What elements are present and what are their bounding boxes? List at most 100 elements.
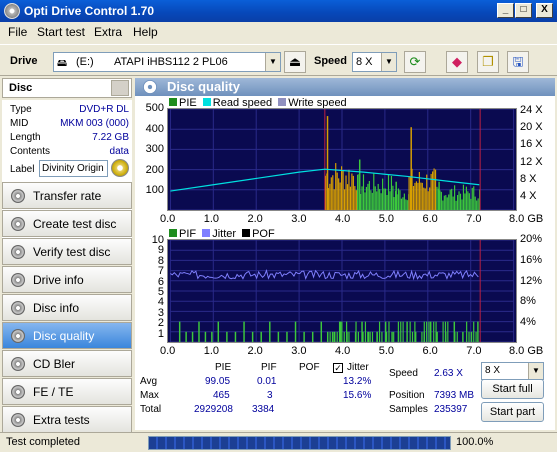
chart2-xtick: 6.0 bbox=[422, 345, 438, 357]
pie-bar bbox=[426, 174, 428, 210]
pie-bar bbox=[377, 183, 379, 210]
chart1-ytick: 500 bbox=[145, 102, 164, 114]
test-speed-value: 8 X bbox=[485, 365, 501, 376]
pif-bar bbox=[442, 321, 444, 342]
speed-select[interactable]: 8 X ▼ bbox=[352, 52, 397, 72]
pie-bar bbox=[393, 197, 395, 210]
chevron-down-icon[interactable]: ▼ bbox=[381, 53, 396, 71]
pie-bar bbox=[471, 187, 473, 210]
start-part-button[interactable]: Start part bbox=[481, 402, 544, 422]
disc-mid-value: MKM 003 (000) bbox=[60, 118, 129, 129]
pif-bar bbox=[378, 321, 381, 342]
nav-verify-test-disc[interactable]: Verify test disc bbox=[2, 238, 132, 265]
chart2-xtick: 1.0 bbox=[203, 345, 220, 357]
chart1-xtick: 6.0 bbox=[422, 213, 438, 225]
stat-max-pie: 465 bbox=[213, 390, 230, 401]
chart2-xtick: 8.0 GB bbox=[509, 345, 544, 357]
nav-label: Disc info bbox=[33, 301, 80, 315]
menu-help[interactable]: Help bbox=[133, 25, 158, 39]
label-disc-icon[interactable] bbox=[111, 159, 129, 177]
disc-panel-toggle[interactable] bbox=[111, 80, 129, 96]
title-bar: Opti Drive Control 1.70 _ □ X bbox=[0, 0, 557, 22]
chart1-ytick-right: 20 X bbox=[520, 121, 543, 134]
pie-bar bbox=[386, 194, 388, 210]
pif-bar bbox=[362, 331, 364, 342]
disc-icon bbox=[11, 385, 25, 399]
pif-bar bbox=[367, 331, 369, 342]
minimize-button[interactable]: _ bbox=[497, 3, 514, 18]
pie-bar bbox=[406, 200, 408, 210]
pie-bar bbox=[477, 198, 479, 210]
chart1-ytick-right: 24 X bbox=[520, 104, 543, 116]
pif-bar bbox=[421, 331, 423, 342]
nav-transfer-rate[interactable]: Transfer rate bbox=[2, 182, 132, 209]
save-button[interactable]: 🖫 bbox=[507, 51, 529, 73]
progress-text: 100.0% bbox=[456, 436, 494, 448]
status-text: Test completed bbox=[6, 436, 80, 448]
pif-bar bbox=[444, 321, 447, 342]
pif-bar bbox=[429, 321, 432, 342]
refresh-button[interactable]: ⟳ bbox=[404, 51, 426, 73]
pif-bar bbox=[178, 321, 181, 342]
pie-bar bbox=[390, 175, 393, 210]
nav-fe-te[interactable]: FE / TE bbox=[2, 378, 132, 405]
chevron-down-icon[interactable]: ▼ bbox=[265, 53, 280, 71]
disc-icon bbox=[11, 245, 25, 259]
pif-bar bbox=[468, 331, 470, 342]
pie-bar bbox=[468, 193, 470, 210]
speed-value: 8 X bbox=[356, 56, 373, 68]
nav-create-test-disc[interactable]: Create test disc bbox=[2, 210, 132, 237]
chart1-xtick: 7.0 bbox=[466, 213, 482, 225]
pie-bar bbox=[373, 173, 375, 210]
menu-file[interactable]: File bbox=[8, 25, 27, 39]
nav-disc-quality[interactable]: Disc quality bbox=[2, 322, 132, 349]
chart1-ytick: 200 bbox=[145, 163, 164, 176]
pie-bar bbox=[408, 176, 410, 210]
disc-mid-key: MID bbox=[10, 118, 29, 129]
chart1-ytick-right: 16 X bbox=[520, 138, 543, 151]
drive-letter: (E:) bbox=[76, 56, 94, 68]
pif-bar bbox=[338, 321, 341, 342]
pif-bar bbox=[369, 331, 371, 342]
pie-bar bbox=[462, 184, 465, 210]
pie-bar bbox=[349, 186, 352, 210]
pie-bar bbox=[374, 186, 376, 210]
chart1-xtick: 1.0 bbox=[203, 213, 220, 225]
menu-start-test[interactable]: Start test bbox=[37, 25, 85, 39]
nav-drive-info[interactable]: Drive info bbox=[2, 266, 132, 293]
nav-disc-info[interactable]: Disc info bbox=[2, 294, 132, 321]
nav-extra-tests[interactable]: Extra tests bbox=[2, 406, 132, 433]
legend-swatch-pif bbox=[169, 229, 177, 237]
disc-label-input[interactable]: Divinity Origin bbox=[39, 160, 108, 177]
stat-max-jitter: 15.6% bbox=[343, 390, 372, 401]
eject-icon: ⏏ bbox=[288, 54, 302, 69]
pie-bar bbox=[341, 166, 343, 210]
copy-button[interactable]: ❐ bbox=[477, 51, 499, 73]
close-button[interactable]: X bbox=[536, 3, 553, 18]
eject-button[interactable]: ⏏ bbox=[284, 51, 306, 73]
stat-avg-pif: 0.01 bbox=[257, 376, 277, 387]
erase-button[interactable]: ◆ bbox=[446, 51, 468, 73]
pif-bar bbox=[198, 321, 200, 342]
start-full-button[interactable]: Start full bbox=[481, 379, 544, 399]
jitter-checkbox[interactable]: ✓ bbox=[333, 363, 343, 373]
nav-label: CD Bler bbox=[33, 357, 76, 371]
chevron-down-icon[interactable]: ▼ bbox=[528, 363, 543, 379]
pif-bar bbox=[462, 331, 464, 342]
pif-bar bbox=[409, 321, 411, 342]
eraser-icon: ◆ bbox=[452, 54, 462, 69]
chart2-xtick: 4.0 bbox=[335, 345, 351, 357]
menu-extra[interactable]: Extra bbox=[94, 25, 122, 39]
disc-icon bbox=[11, 329, 25, 343]
chart2-ytick-right: 4% bbox=[520, 316, 536, 329]
maximize-button[interactable]: □ bbox=[515, 3, 532, 18]
drive-select[interactable]: 🖴 (E:) ATAPI iHBS112 2 PL06 ▼ bbox=[53, 52, 281, 72]
test-speed-select[interactable]: 8 X ▼ bbox=[481, 362, 544, 380]
jitter-line bbox=[170, 269, 479, 281]
pie-bar bbox=[346, 184, 349, 210]
progress-fill bbox=[149, 437, 450, 449]
pie-bar bbox=[392, 185, 394, 210]
pie-peak-bar bbox=[326, 116, 329, 210]
pif-bar bbox=[355, 321, 357, 342]
nav-cd-bler[interactable]: CD Bler bbox=[2, 350, 132, 377]
